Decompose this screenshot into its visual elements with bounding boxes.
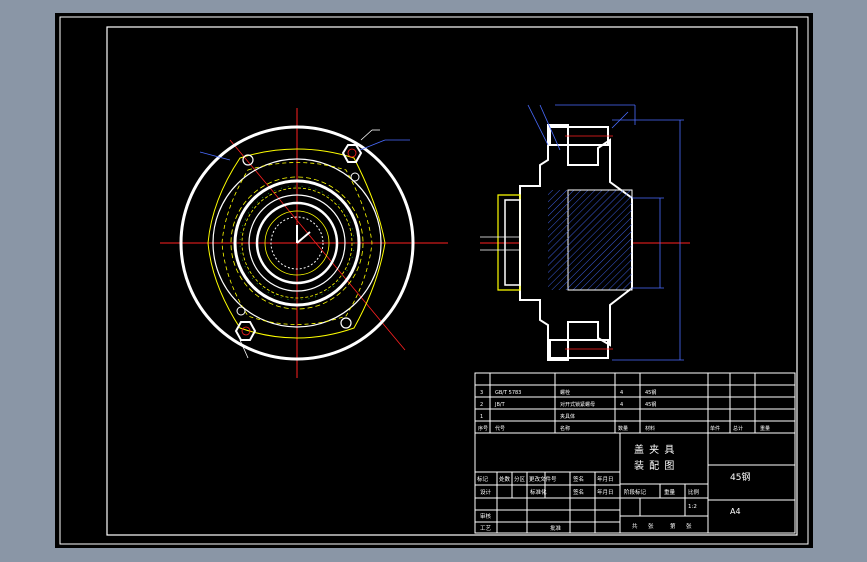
drawing-title-line2: 装 配 图 xyxy=(634,459,675,472)
label-count: 处数 xyxy=(499,475,511,483)
bom-row-2-name: 对开式锁紧螺母 xyxy=(560,401,595,408)
bom-row-3-material: 45钢 xyxy=(645,389,656,396)
bom-header-total: 总计 xyxy=(733,425,743,432)
sheets-unit: 张 xyxy=(648,522,654,530)
sheets-total: 共 xyxy=(632,522,638,530)
drawing-title-line1: 盖 夹 具 xyxy=(634,443,675,456)
drawing-canvas[interactable] xyxy=(55,13,813,548)
bom-row-2-no: 2 xyxy=(480,402,483,408)
bom-row-3-no: 3 xyxy=(480,390,483,396)
label-standard: 标准化 xyxy=(530,488,547,496)
label-design: 设计 xyxy=(480,488,492,496)
hatched-section xyxy=(567,189,633,291)
bom-row-3-code: GB/T 5783 xyxy=(495,390,521,396)
bom-header-name: 名称 xyxy=(560,425,570,432)
bom-row-2-qty: 4 xyxy=(620,402,623,408)
label-process: 工艺 xyxy=(480,525,492,532)
label-approve: 批准 xyxy=(550,524,562,532)
label-review: 审核 xyxy=(480,512,492,520)
label-stage: 阶段标记 xyxy=(624,488,647,496)
bom-header-weight: 重量 xyxy=(760,425,770,432)
label-mark: 标记 xyxy=(477,475,489,483)
label-date-2: 年月日 xyxy=(597,488,614,496)
label-sign: 签名 xyxy=(573,475,584,483)
scale-value: 1:2 xyxy=(688,504,697,510)
bom-row-3-qty: 4 xyxy=(620,390,623,396)
bom-row-2-code: JB/T xyxy=(494,402,506,408)
label-zone: 分区 xyxy=(514,475,526,483)
bom-row-1-name: 夹具体 xyxy=(560,413,575,420)
label-sign-2: 签名 xyxy=(573,488,584,496)
bom-row-3-name: 螺栓 xyxy=(560,389,570,396)
label-weight: 重量 xyxy=(664,488,676,496)
bom-header-code: 代号 xyxy=(495,425,505,432)
cad-viewport: 3 GB/T 5783 螺栓 4 45钢 2 JB/T 对开式锁紧螺母 4 45… xyxy=(0,0,867,562)
bom-row-2-material: 45钢 xyxy=(645,401,656,408)
bom-header-single: 单件 xyxy=(710,425,720,432)
bom-row-1-no: 1 xyxy=(480,414,483,420)
bom-header-qty: 数量 xyxy=(618,425,628,432)
label-doc-no: 更改文件号 xyxy=(529,475,557,483)
label-date: 年月日 xyxy=(597,475,614,483)
bom-header-no: 序号 xyxy=(478,425,488,432)
bom-header-material: 材料 xyxy=(645,425,655,432)
sheet-no: 第 xyxy=(670,522,676,530)
label-scale: 比例 xyxy=(688,488,700,496)
sheet-unit: 张 xyxy=(686,522,692,530)
paper-size-label: A4 xyxy=(730,507,741,516)
material-label: 45钢 xyxy=(730,471,750,483)
